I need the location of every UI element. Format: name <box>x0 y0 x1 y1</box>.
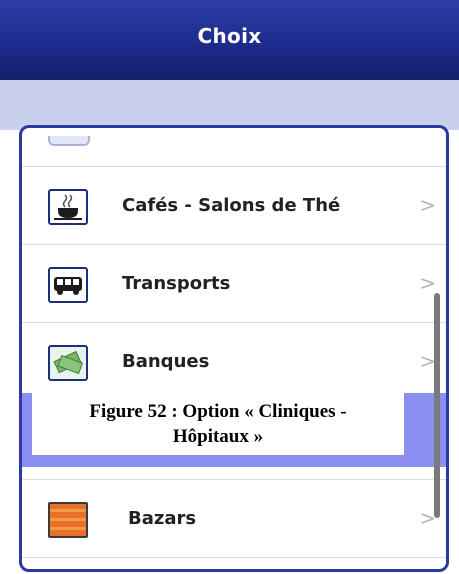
list-item-label: Cafés - Salons de Thé <box>122 195 341 216</box>
chevron-right-icon: > <box>419 193 436 217</box>
figure-caption-line1: Figure 52 : Option « Cliniques - <box>89 401 347 422</box>
bus-icon <box>48 267 88 303</box>
list-item-label: Transports <box>122 273 231 294</box>
list-item-label: Bazars <box>128 508 197 529</box>
list-item-banques[interactable]: Banques > <box>22 322 446 401</box>
list-item-transports[interactable]: Transports > <box>22 244 446 323</box>
list-scrollbar[interactable] <box>434 293 440 518</box>
list-item-label: Banques <box>122 351 210 372</box>
header-subbar <box>0 80 459 130</box>
list-item-cafes[interactable]: Cafés - Salons de Thé > <box>22 166 446 245</box>
chevron-right-icon: > <box>419 271 436 295</box>
page-title: Choix <box>197 24 262 48</box>
bazar-icon <box>48 502 88 538</box>
coffee-cup-icon <box>48 189 88 225</box>
category-list[interactable]: Cafés - Salons de Thé > Transports > Ban… <box>19 125 449 572</box>
app-header: Choix <box>0 0 459 80</box>
partial-list-item-icon <box>48 136 90 146</box>
list-item-bazars[interactable]: Bazars > <box>22 479 446 558</box>
figure-caption-line2: Hôpitaux » <box>172 426 264 447</box>
figure-caption: Figure 52 : Option « Cliniques - Hôpitau… <box>32 393 404 455</box>
money-icon <box>48 345 88 381</box>
list-item-partial <box>22 557 446 569</box>
